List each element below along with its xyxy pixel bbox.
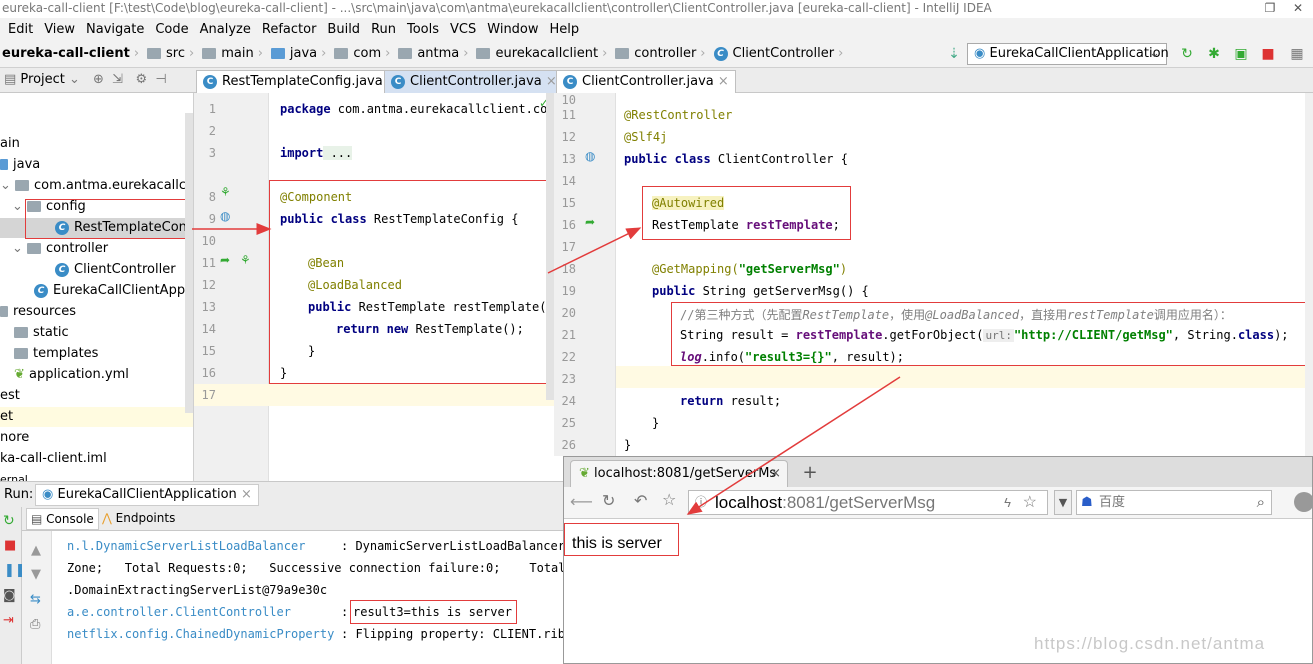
annotation-arrows — [192, 223, 901, 515]
arrow-config-to-autowired — [547, 227, 642, 274]
watermark: https://blog.csdn.net/antma — [1034, 634, 1266, 653]
arrow-call-to-result — [686, 376, 901, 515]
